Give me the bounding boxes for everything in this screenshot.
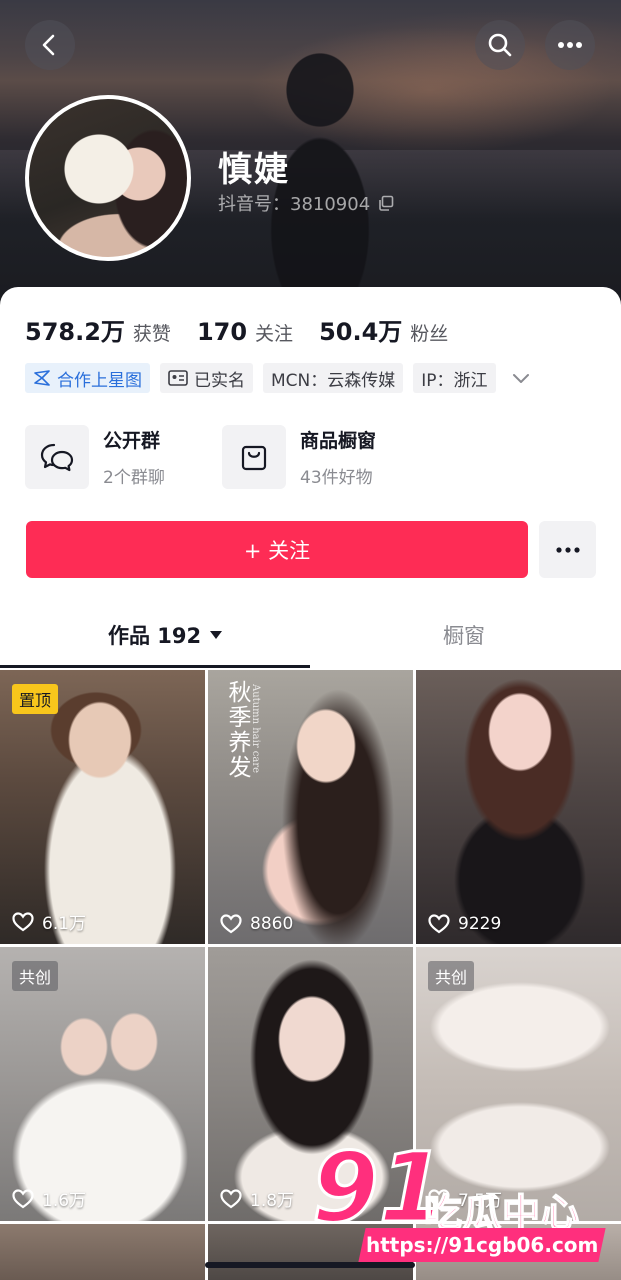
like-count: 9229 <box>428 914 501 934</box>
heart-icon <box>220 1188 242 1208</box>
avatar[interactable] <box>25 95 191 261</box>
watermark-url: https://91cgb06.com <box>358 1228 606 1262</box>
tab-showcase[interactable]: 橱窗 <box>443 620 485 650</box>
back-icon <box>42 34 55 56</box>
home-indicator <box>205 1262 415 1268</box>
video-tile[interactable]: 共创 1.6万 <box>0 947 205 1221</box>
following-label: 关注 <box>255 323 294 345</box>
video-tile[interactable]: 9229 <box>416 670 621 944</box>
group-chat-icon <box>40 443 74 472</box>
likes-label: 获赞 <box>132 323 171 345</box>
tags-row: 合作上星图 已实名 MCN：云森传媒 IP：浙江 <box>25 363 530 393</box>
video-title: 秋季养发 <box>224 680 250 780</box>
like-count: 6.1万 <box>12 909 86 934</box>
search-button[interactable] <box>475 20 525 70</box>
shop-window-title: 商品橱窗 <box>300 430 377 452</box>
like-count: 8860 <box>220 914 293 934</box>
video-subtitle: Autumn hair care <box>250 684 261 774</box>
watermark-url-text: https://91cgb06.com <box>365 1233 599 1257</box>
shop-window-entry[interactable]: 商品橱窗 43件好物 <box>222 425 376 489</box>
like-count-text: 1.6万 <box>42 1191 87 1211</box>
video-tile[interactable]: 秋季养发 Autumn hair care 8860 <box>208 670 413 944</box>
likes-stat[interactable]: 578.2万 获赞 <box>25 312 171 347</box>
shop-bag-icon-box <box>222 425 286 489</box>
tab-underline <box>0 665 310 668</box>
like-count: 1.8万 <box>220 1186 294 1211</box>
stats-row: 578.2万 获赞 170 关注 50.4万 粉丝 <box>25 312 474 347</box>
shopping-bag-icon <box>241 445 267 471</box>
followers-label: 粉丝 <box>410 323 449 345</box>
ip-tag: IP：浙江 <box>413 363 496 393</box>
video-tile[interactable] <box>0 1224 205 1280</box>
back-button[interactable] <box>25 20 75 70</box>
xingtu-label: 合作上星图 <box>57 370 142 391</box>
like-count: 1.6万 <box>12 1186 86 1211</box>
co-creation-badge: 共创 <box>428 961 475 991</box>
mcn-label: MCN：云森传媒 <box>271 370 396 391</box>
tab-works[interactable]: 作品 192 <box>108 620 223 650</box>
followers-count: 50.4万 <box>319 318 403 346</box>
verified-tag[interactable]: 已实名 <box>160 363 253 393</box>
more-dots-icon <box>555 546 580 553</box>
xingtu-icon <box>34 370 50 386</box>
more-icon <box>558 42 582 48</box>
like-count-text: 1.8万 <box>250 1191 295 1211</box>
likes-count: 578.2万 <box>25 318 125 346</box>
id-card-icon <box>168 370 188 386</box>
video-tile[interactable]: 置顶 6.1万 <box>0 670 205 944</box>
mcn-tag[interactable]: MCN：云森传媒 <box>263 363 404 393</box>
followers-stat[interactable]: 50.4万 粉丝 <box>319 312 448 347</box>
follow-button[interactable]: + 关注 <box>26 521 528 578</box>
copy-icon[interactable] <box>378 195 394 211</box>
more-options-button[interactable] <box>545 20 595 70</box>
public-group-count: 2个群聊 <box>103 468 165 488</box>
public-group-entry[interactable]: 公开群 2个群聊 <box>25 425 165 489</box>
heart-icon <box>12 1188 34 1208</box>
heart-icon <box>220 914 242 934</box>
xingtu-tag[interactable]: 合作上星图 <box>25 363 150 393</box>
tab-works-label: 作品 192 <box>108 624 202 648</box>
nickname: 慎婕 <box>218 150 290 190</box>
like-count-text: 9229 <box>458 914 502 934</box>
watermark-logo: 91 吃瓜中心 https://91cgb06.com <box>311 1139 612 1265</box>
douyin-id-row[interactable]: 抖音号：3810904 <box>218 190 394 216</box>
heart-icon <box>12 911 34 931</box>
verified-label: 已实名 <box>194 370 245 391</box>
like-count-text: 6.1万 <box>42 914 87 934</box>
following-stat[interactable]: 170 关注 <box>197 318 293 346</box>
co-creation-badge: 共创 <box>12 961 59 991</box>
ip-label: IP：浙江 <box>421 370 488 391</box>
caret-down-icon <box>210 631 223 639</box>
group-chat-icon-box <box>25 425 89 489</box>
douyin-id: 抖音号：3810904 <box>218 194 371 215</box>
heart-icon <box>428 914 450 934</box>
more-actions-button[interactable] <box>539 521 596 578</box>
shop-window-count: 43件好物 <box>300 468 373 488</box>
chevron-down-icon[interactable] <box>512 372 530 384</box>
search-icon <box>488 33 512 57</box>
like-count-text: 8860 <box>250 914 294 934</box>
pinned-badge: 置顶 <box>12 684 59 714</box>
public-group-title: 公开群 <box>103 430 161 452</box>
following-count: 170 <box>196 318 248 346</box>
